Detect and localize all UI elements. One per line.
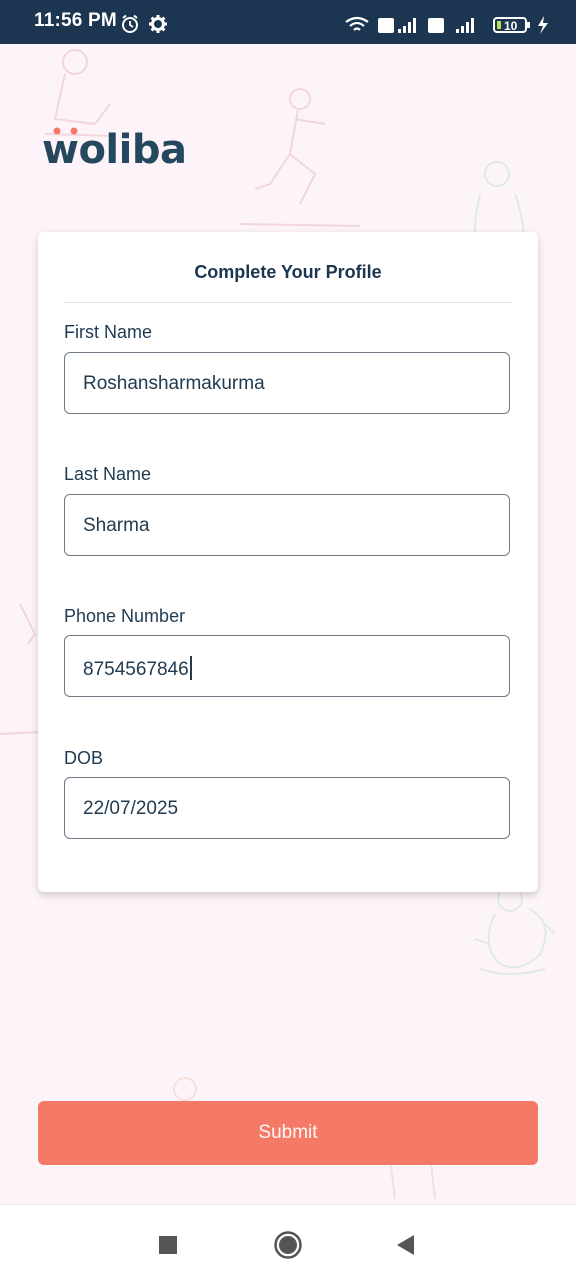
gear-icon — [149, 15, 167, 33]
home-circle-icon[interactable] — [273, 1230, 303, 1260]
logo-dots — [53, 127, 78, 135]
volte-icon — [378, 18, 394, 33]
status-bar: 11:56 PM 10 — [0, 0, 576, 44]
dob-input[interactable]: 22/07/2025 — [64, 777, 510, 839]
status-time: 11:56 PM — [34, 10, 117, 31]
dob-value: 22/07/2025 — [83, 798, 179, 819]
last-name-input[interactable]: Sharma — [64, 494, 510, 556]
back-triangle-icon[interactable] — [392, 1231, 420, 1259]
alarm-icon — [122, 14, 138, 33]
dob-label: DOB — [64, 748, 104, 768]
volte-icon — [428, 18, 444, 33]
phone-number-value: 8754567846 — [83, 656, 192, 681]
charging-icon — [538, 16, 548, 34]
battery-icon: 10 — [493, 17, 530, 33]
first-name-value: Roshansharmakurma — [83, 373, 265, 394]
profile-card: Complete Your Profile First Name Roshans… — [38, 232, 538, 892]
4g-signal-icon — [456, 18, 474, 33]
phone-number-text: 8754567846 — [83, 659, 189, 680]
last-name-value: Sharma — [83, 515, 150, 536]
status-right-icons: 10 — [345, 16, 548, 34]
last-name-label: Last Name — [64, 464, 152, 484]
text-cursor — [189, 656, 192, 680]
recents-square-icon[interactable] — [154, 1231, 182, 1259]
card-title: Complete Your Profile — [194, 262, 382, 282]
status-left-icons — [122, 14, 167, 33]
first-name-label: First Name — [64, 322, 153, 342]
first-name-input[interactable]: Roshansharmakurma — [64, 352, 510, 414]
navigation-bar — [0, 1204, 576, 1281]
signal-icon — [398, 18, 416, 33]
phone-number-label: Phone Number — [64, 606, 186, 626]
wifi-icon — [345, 16, 369, 31]
svg-text:10: 10 — [504, 19, 518, 33]
phone-number-input[interactable]: 8754567846 — [64, 635, 510, 697]
title-divider — [64, 302, 512, 303]
woliba-logo: woliba — [42, 127, 187, 172]
submit-button[interactable]: Submit — [38, 1101, 538, 1165]
